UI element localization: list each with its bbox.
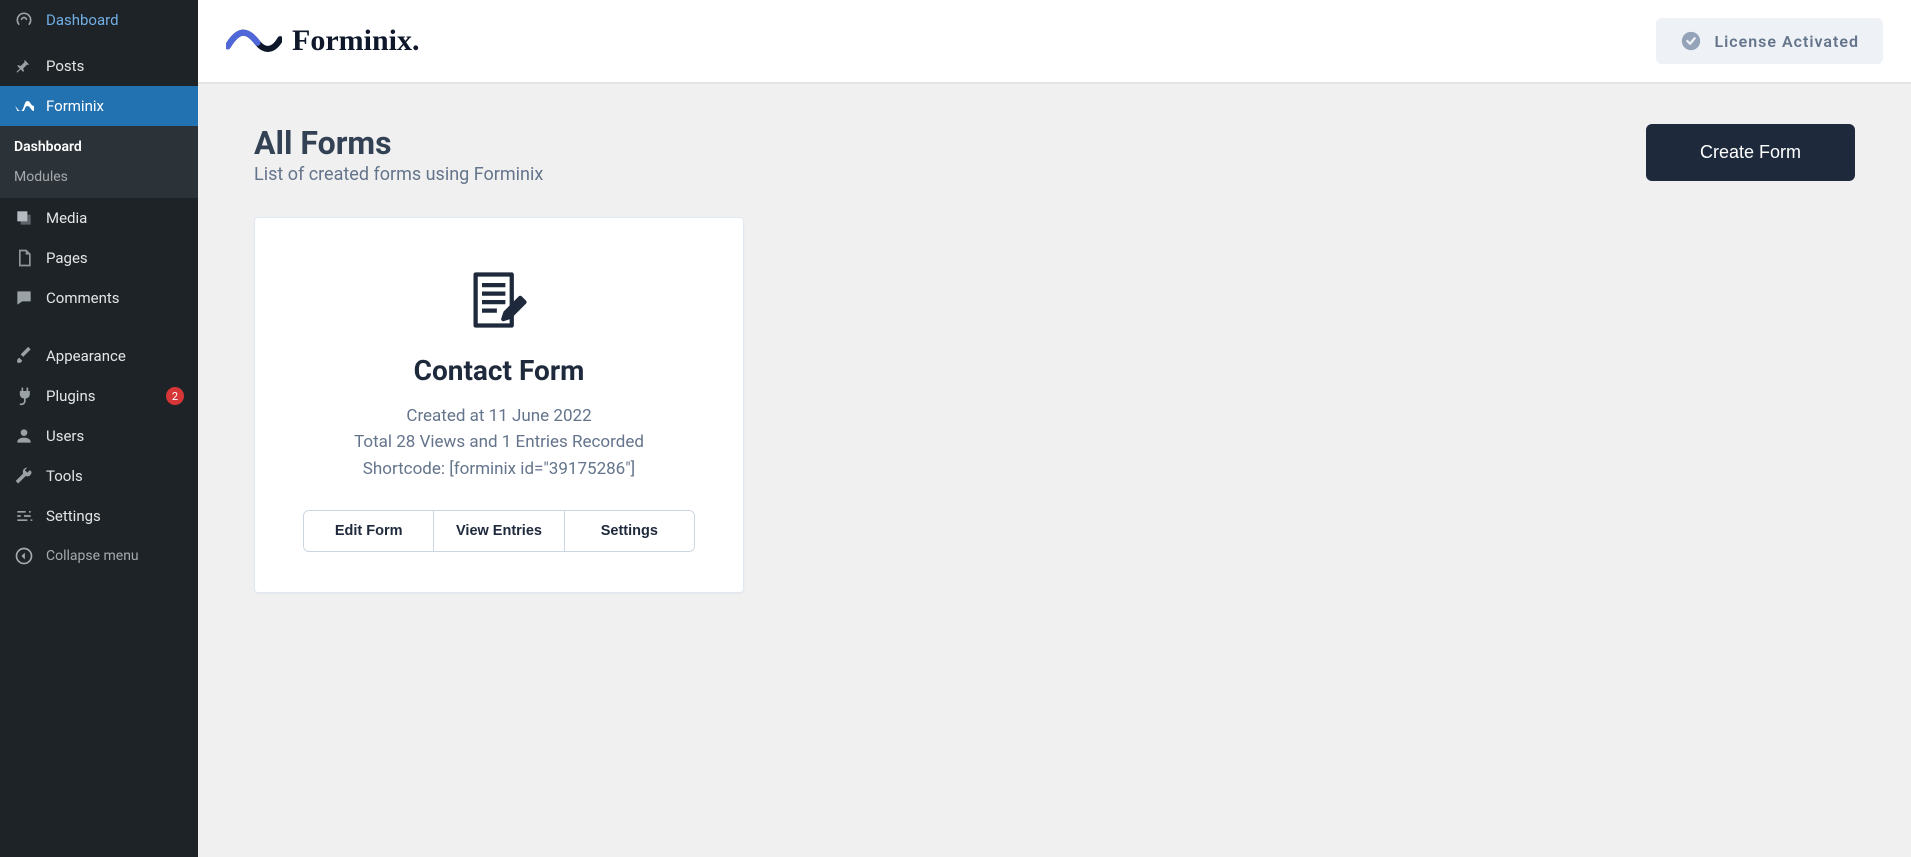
edit-form-button[interactable]: Edit Form (304, 511, 433, 551)
sidebar-subitem-dashboard[interactable]: Dashboard (0, 132, 198, 162)
sidebar-item-users[interactable]: Users (0, 416, 198, 456)
form-card-meta: Created at 11 June 2022 Total 28 Views a… (291, 403, 707, 482)
form-card-created: Created at 11 June 2022 (291, 403, 707, 429)
sidebar-item-label: Plugins (46, 387, 150, 405)
content: All Forms List of created forms using Fo… (198, 84, 1911, 633)
sidebar-item-dashboard[interactable]: Dashboard (0, 0, 198, 40)
plug-icon (14, 386, 34, 406)
license-status: License Activated (1656, 18, 1883, 64)
sidebar-item-forminix[interactable]: Forminix (0, 86, 198, 126)
gauge-icon (14, 10, 34, 30)
plugins-update-badge: 2 (166, 387, 184, 405)
form-settings-button[interactable]: Settings (564, 511, 694, 551)
media-icon (14, 208, 34, 228)
sliders-icon (14, 506, 34, 526)
admin-sidebar: Dashboard Posts Forminix Dashboard Modul… (0, 0, 198, 857)
wave-icon (14, 96, 34, 116)
sidebar-item-media[interactable]: Media (0, 198, 198, 238)
comment-icon (14, 288, 34, 308)
view-entries-button[interactable]: View Entries (433, 511, 563, 551)
form-card-actions: Edit Form View Entries Settings (303, 510, 695, 552)
sidebar-item-settings[interactable]: Settings (0, 496, 198, 536)
check-circle-icon (1680, 30, 1702, 52)
wrench-icon (14, 466, 34, 486)
form-document-icon (291, 266, 707, 338)
form-card-stats: Total 28 Views and 1 Entries Recorded (291, 429, 707, 455)
sidebar-item-pages[interactable]: Pages (0, 238, 198, 278)
sidebar-item-label: Users (46, 427, 184, 445)
sidebar-item-label: Media (46, 209, 184, 227)
brand: Forminix. (226, 24, 420, 58)
sidebar-item-label: Comments (46, 289, 184, 307)
sidebar-item-comments[interactable]: Comments (0, 278, 198, 318)
create-form-button[interactable]: Create Form (1646, 124, 1855, 181)
sidebar-item-label: Forminix (46, 97, 184, 115)
forms-grid: Contact Form Created at 11 June 2022 Tot… (254, 217, 1855, 593)
sidebar-item-label: Pages (46, 249, 184, 267)
sidebar-item-posts[interactable]: Posts (0, 46, 198, 86)
topbar: Forminix. License Activated (198, 0, 1911, 84)
sidebar-item-appearance[interactable]: Appearance (0, 336, 198, 376)
brush-icon (14, 346, 34, 366)
form-card-title: Contact Form (291, 354, 707, 387)
sidebar-subitem-modules[interactable]: Modules (0, 162, 198, 192)
sidebar-item-label: Posts (46, 57, 184, 75)
page-header: All Forms List of created forms using Fo… (254, 124, 1855, 185)
sidebar-collapse-label: Collapse menu (46, 548, 139, 564)
license-status-label: License Activated (1714, 32, 1859, 51)
main-area: Forminix. License Activated All Forms Li… (198, 0, 1911, 857)
brand-name: Forminix. (292, 24, 420, 58)
sidebar-submenu-forminix: Dashboard Modules (0, 126, 198, 198)
pin-icon (14, 56, 34, 76)
sidebar-collapse[interactable]: Collapse menu (0, 536, 198, 576)
collapse-icon (14, 546, 34, 566)
sidebar-item-label: Tools (46, 467, 184, 485)
pages-icon (14, 248, 34, 268)
sidebar-item-tools[interactable]: Tools (0, 456, 198, 496)
user-icon (14, 426, 34, 446)
page-subtitle: List of created forms using Forminix (254, 164, 543, 185)
sidebar-item-label: Settings (46, 507, 184, 525)
sidebar-item-label: Dashboard (46, 11, 184, 29)
sidebar-item-plugins[interactable]: Plugins 2 (0, 376, 198, 416)
page-title: All Forms (254, 124, 543, 162)
sidebar-item-label: Appearance (46, 347, 184, 365)
form-card-shortcode: Shortcode: [forminix id="39175286"] (291, 456, 707, 482)
brand-wave-icon (226, 27, 282, 55)
form-card: Contact Form Created at 11 June 2022 Tot… (254, 217, 744, 593)
